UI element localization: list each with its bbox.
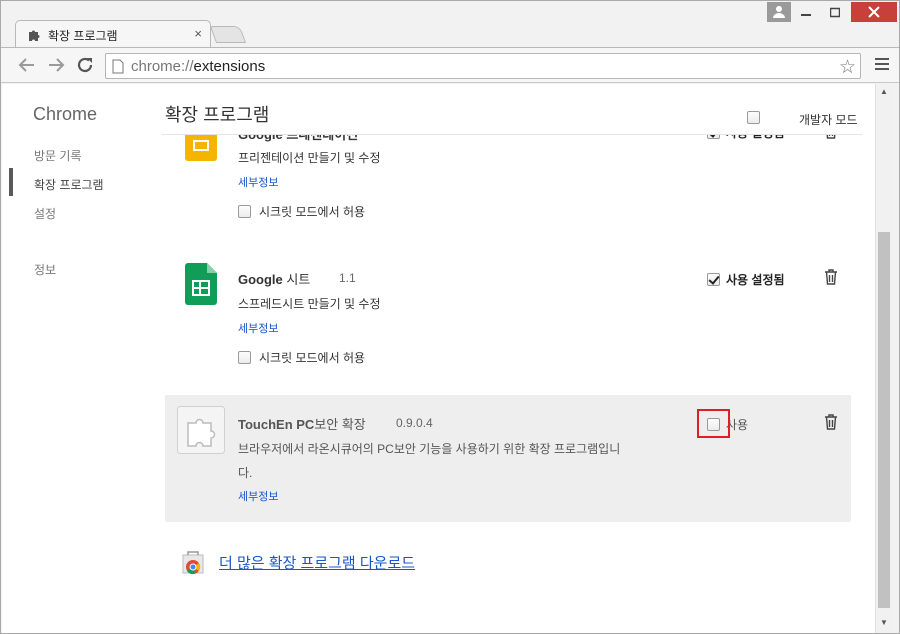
extension-description: 스프레드시트 만들기 및 수정 [238, 297, 381, 311]
more-extensions-link[interactable]: 더 많은 확장 프로그램 다운로드 [219, 552, 415, 573]
address-bar[interactable]: chrome://extensions ☆ [105, 53, 861, 79]
sidebar-title: Chrome [33, 104, 98, 124]
scroll-down-arrow-icon[interactable]: ▼ [880, 618, 888, 627]
vertical-scrollbar[interactable]: ▲ ▼ [875, 84, 892, 633]
address-scheme: chrome:// [131, 58, 194, 75]
extension-name-main: Google [238, 272, 283, 287]
extension-description: 프리젠테이션 만들기 및 수정 [238, 151, 381, 165]
trash-icon[interactable] [824, 414, 838, 430]
enable-option: 사용 설정됨 [707, 271, 785, 288]
menu-bar-line [875, 63, 889, 65]
scroll-thumb[interactable] [878, 232, 890, 608]
minimize-button[interactable] [793, 2, 819, 22]
extension-name-sub: 시트 [286, 272, 311, 287]
google-sheets-icon [185, 263, 217, 305]
extension-name-main: TouchEn PC [238, 417, 315, 432]
incognito-label: 시크릿 모드에서 허용 [259, 351, 366, 365]
bookmark-star-icon[interactable]: ☆ [839, 56, 856, 79]
extension-item-touchen: TouchEn PC보안 확장 0.9.0.4 브라우저에서 라온시큐어의 PC… [165, 395, 851, 522]
maximize-icon [830, 7, 840, 18]
developer-mode-label: 개발자 모드 [799, 113, 858, 127]
tab-close-button[interactable]: × [194, 26, 202, 41]
enable-checkbox[interactable] [707, 273, 720, 286]
sidebar-item-about[interactable]: 정보 [34, 261, 56, 278]
extension-description-line1: 브라우저에서 라온시큐어의 PC보안 기능을 사용하기 위한 확장 프로그램입니 [238, 442, 621, 456]
details-link[interactable]: 세부정보 [238, 320, 278, 336]
new-tab-button[interactable] [209, 26, 247, 43]
incognito-option: 시크릿 모드에서 허용 [238, 349, 365, 366]
sidebar-item-history[interactable]: 방문 기록 [34, 147, 82, 164]
user-icon [773, 6, 785, 18]
tab-title: 확장 프로그램 [48, 29, 118, 43]
incognito-checkbox[interactable] [238, 205, 251, 218]
incognito-label: 시크릿 모드에서 허용 [259, 205, 366, 219]
address-host: extensions [193, 58, 266, 75]
extension-name-sub: 보안 확장 [314, 417, 366, 432]
highlight-red-box [697, 409, 730, 438]
extension-name: TouchEn PC보안 확장 [238, 414, 366, 433]
sidebar-item-extensions[interactable]: 확장 프로그램 [34, 176, 104, 193]
page-title: 확장 프로그램 [165, 101, 270, 127]
browser-toolbar: chrome://extensions ☆ [1, 47, 899, 83]
page-content: Chrome 방문 기록 확장 프로그램 설정 정보 Google 프레젠테이션… [2, 84, 875, 633]
extension-item-sheets: Google 시트 1.1 스프레드시트 만들기 및 수정 세부정보 시크릿 모… [165, 256, 851, 366]
reload-icon [77, 57, 93, 73]
extension-version: 1.1 [339, 271, 356, 285]
sidebar-item-settings[interactable]: 설정 [34, 205, 56, 222]
puzzle-piece-icon [29, 30, 40, 41]
page-icon [112, 59, 124, 74]
title-bar: 확장 프로그램 × [1, 1, 899, 48]
browser-window: 확장 프로그램 × chrome://extensions ☆ Chrome 방… [0, 0, 900, 634]
puzzle-piece-icon [177, 406, 225, 454]
details-link[interactable]: 세부정보 [238, 174, 278, 190]
chrome-menu-button[interactable] [875, 58, 889, 73]
extension-name: Google 시트 [238, 269, 310, 288]
maximize-button[interactable] [821, 2, 849, 22]
extension-description-line2: 다. [238, 466, 253, 480]
incognito-checkbox[interactable] [238, 351, 251, 364]
back-button[interactable] [17, 56, 37, 76]
details-link[interactable]: 세부정보 [238, 488, 278, 504]
close-window-button[interactable] [851, 2, 897, 22]
menu-bar-line [875, 68, 889, 70]
incognito-option: 시크릿 모드에서 허용 [238, 203, 365, 220]
chrome-web-store-icon [182, 551, 204, 575]
tab-extensions[interactable]: 확장 프로그램 × [15, 20, 211, 48]
close-icon [868, 6, 880, 18]
forward-button[interactable] [46, 56, 66, 76]
arrow-right-icon [49, 58, 65, 72]
user-profile-button[interactable] [767, 2, 791, 22]
sidebar-active-indicator [9, 168, 13, 196]
developer-mode-checkbox[interactable] [747, 111, 760, 124]
scroll-up-arrow-icon[interactable]: ▲ [880, 87, 888, 96]
menu-bar-line [875, 58, 889, 60]
arrow-left-icon [18, 58, 34, 72]
address-text: chrome://extensions [131, 58, 265, 75]
extension-version: 0.9.0.4 [396, 416, 433, 430]
minimize-icon [801, 14, 811, 16]
reload-button[interactable] [75, 56, 95, 76]
trash-icon[interactable] [824, 269, 838, 285]
enable-label: 사용 설정됨 [726, 273, 785, 287]
